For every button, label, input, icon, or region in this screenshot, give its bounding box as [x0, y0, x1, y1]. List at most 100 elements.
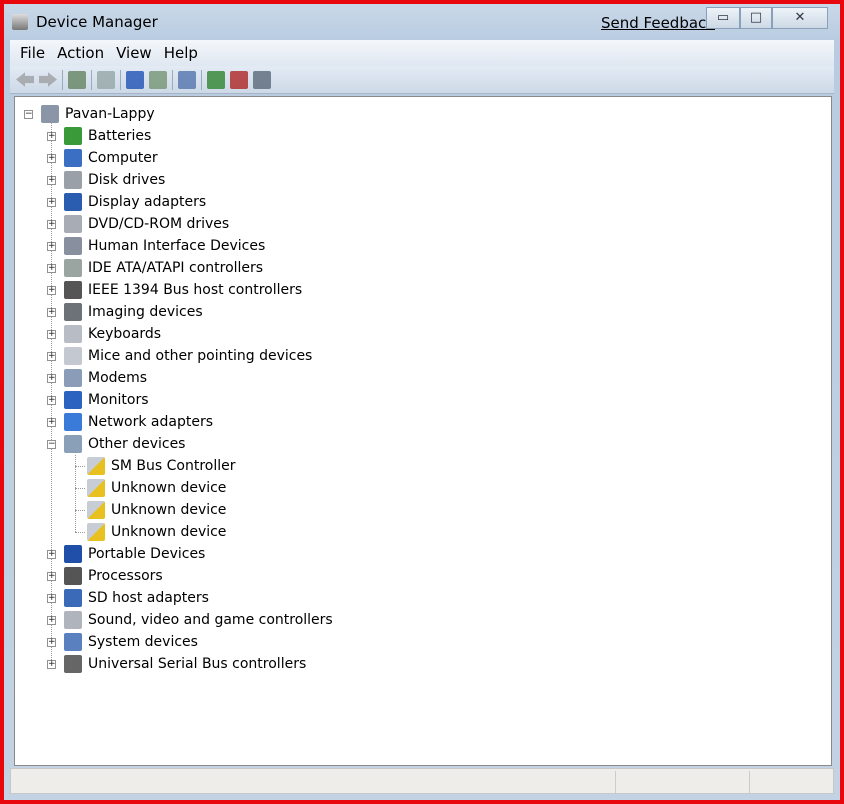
category-item[interactable]: Keyboards — [64, 323, 161, 345]
category-item-label: Display adapters — [88, 194, 207, 210]
category-item[interactable]: Computer — [64, 147, 158, 169]
category-icon — [64, 215, 82, 233]
category-item[interactable]: Processors — [64, 565, 163, 587]
category-item-label: Modems — [88, 370, 148, 386]
tree-root-item[interactable]: Pavan-Lappy — [41, 103, 155, 125]
device-item[interactable]: Unknown device — [87, 521, 226, 543]
menu-action[interactable]: Action — [51, 40, 110, 66]
category-icon — [64, 567, 82, 585]
collapse-button[interactable]: − — [47, 440, 56, 449]
device-item-label: Unknown device — [111, 502, 227, 518]
toolbar-separator — [201, 69, 202, 90]
minimize-button[interactable]: ▭ — [706, 7, 740, 29]
category-item-label: DVD/CD-ROM drives — [88, 216, 230, 232]
category-item[interactable]: Human Interface Devices — [64, 235, 265, 257]
send-feedback-link[interactable]: Send Feedback — [601, 14, 715, 32]
category-item-label: Sound, video and game controllers — [88, 612, 333, 628]
category-icon — [64, 435, 82, 453]
close-button[interactable]: ✕ — [772, 7, 828, 29]
status-bar — [10, 768, 834, 794]
device-item-label: SM Bus Controller — [111, 458, 236, 474]
category-item[interactable]: Disk drives — [64, 169, 165, 191]
disable-icon[interactable] — [253, 70, 271, 89]
category-item-label: Network adapters — [88, 414, 213, 430]
category-item[interactable]: Universal Serial Bus controllers — [64, 653, 306, 675]
tree-line — [75, 466, 85, 467]
show-hide-console-tree-icon[interactable] — [68, 70, 86, 89]
status-divider — [615, 771, 616, 793]
action-pane-icon[interactable] — [149, 70, 167, 89]
expand-button[interactable]: + — [47, 264, 56, 273]
category-icon — [64, 303, 82, 321]
category-item[interactable]: Batteries — [64, 125, 151, 147]
expand-button[interactable]: + — [47, 220, 56, 229]
expand-button[interactable]: + — [47, 242, 56, 251]
category-item[interactable]: Monitors — [64, 389, 149, 411]
menu-help[interactable]: Help — [158, 40, 204, 66]
category-item[interactable]: Network adapters — [64, 411, 213, 433]
expand-button[interactable]: + — [47, 286, 56, 295]
device-item[interactable]: Unknown device — [87, 477, 226, 499]
device-item[interactable]: Unknown device — [87, 499, 226, 521]
expand-button[interactable]: + — [47, 352, 56, 361]
expand-button[interactable]: + — [47, 418, 56, 427]
toolbar-separator — [120, 69, 121, 90]
category-item-label: Keyboards — [88, 326, 162, 342]
scan-hardware-icon[interactable] — [178, 70, 196, 89]
category-item[interactable]: Portable Devices — [64, 543, 205, 565]
tree-line — [75, 488, 85, 489]
category-item[interactable]: Modems — [64, 367, 147, 389]
toolbar-separator — [62, 69, 63, 90]
tree-line — [75, 510, 85, 511]
menu-view[interactable]: View — [110, 40, 158, 66]
category-icon — [64, 655, 82, 673]
expand-button[interactable]: + — [47, 396, 56, 405]
tree-line — [75, 532, 85, 533]
category-item[interactable]: IDE ATA/ATAPI controllers — [64, 257, 263, 279]
uninstall-icon[interactable] — [230, 70, 248, 89]
collapse-root-button[interactable]: − — [24, 110, 33, 119]
update-driver-icon[interactable] — [207, 70, 225, 89]
category-item[interactable]: IEEE 1394 Bus host controllers — [64, 279, 302, 301]
expand-button[interactable]: + — [47, 638, 56, 647]
category-item[interactable]: SD host adapters — [64, 587, 209, 609]
expand-button[interactable]: + — [47, 308, 56, 317]
help-icon[interactable] — [126, 70, 144, 89]
maximize-button[interactable]: □ — [740, 7, 772, 29]
category-icon — [64, 633, 82, 651]
category-item[interactable]: Imaging devices — [64, 301, 203, 323]
category-item[interactable]: Sound, video and game controllers — [64, 609, 333, 631]
expand-button[interactable]: + — [47, 330, 56, 339]
category-icon — [64, 149, 82, 167]
back-icon[interactable] — [16, 72, 34, 87]
expand-button[interactable]: + — [47, 594, 56, 603]
toolbar-separator — [172, 69, 173, 90]
menu-file[interactable]: File — [14, 40, 51, 66]
category-item[interactable]: Mice and other pointing devices — [64, 345, 312, 367]
expand-button[interactable]: + — [47, 374, 56, 383]
device-icon — [87, 479, 105, 497]
expand-button[interactable]: + — [47, 198, 56, 207]
device-manager-icon — [12, 14, 28, 30]
device-tree[interactable]: − Pavan-Lappy + Batteries + Computer + Disk dri… — [14, 96, 832, 766]
category-item-label: Portable Devices — [88, 546, 206, 562]
expand-button[interactable]: + — [47, 616, 56, 625]
device-item-label: Unknown device — [111, 480, 227, 496]
expand-button[interactable]: + — [47, 176, 56, 185]
expand-button[interactable]: + — [47, 550, 56, 559]
expand-button[interactable]: + — [47, 660, 56, 669]
category-item[interactable]: System devices — [64, 631, 198, 653]
forward-icon[interactable] — [39, 72, 57, 87]
category-item[interactable]: Other devices — [64, 433, 185, 455]
expand-button[interactable]: + — [47, 154, 56, 163]
category-icon — [64, 391, 82, 409]
title-bar[interactable]: Device Manager Send Feedback ▭ □ ✕ — [4, 4, 840, 40]
expand-button[interactable]: + — [47, 572, 56, 581]
category-item[interactable]: DVD/CD-ROM drives — [64, 213, 229, 235]
expand-button[interactable]: + — [47, 132, 56, 141]
properties-icon[interactable] — [97, 70, 115, 89]
category-item-label: Batteries — [88, 128, 152, 144]
category-item[interactable]: Display adapters — [64, 191, 206, 213]
device-item[interactable]: SM Bus Controller — [87, 455, 236, 477]
category-icon — [64, 127, 82, 145]
